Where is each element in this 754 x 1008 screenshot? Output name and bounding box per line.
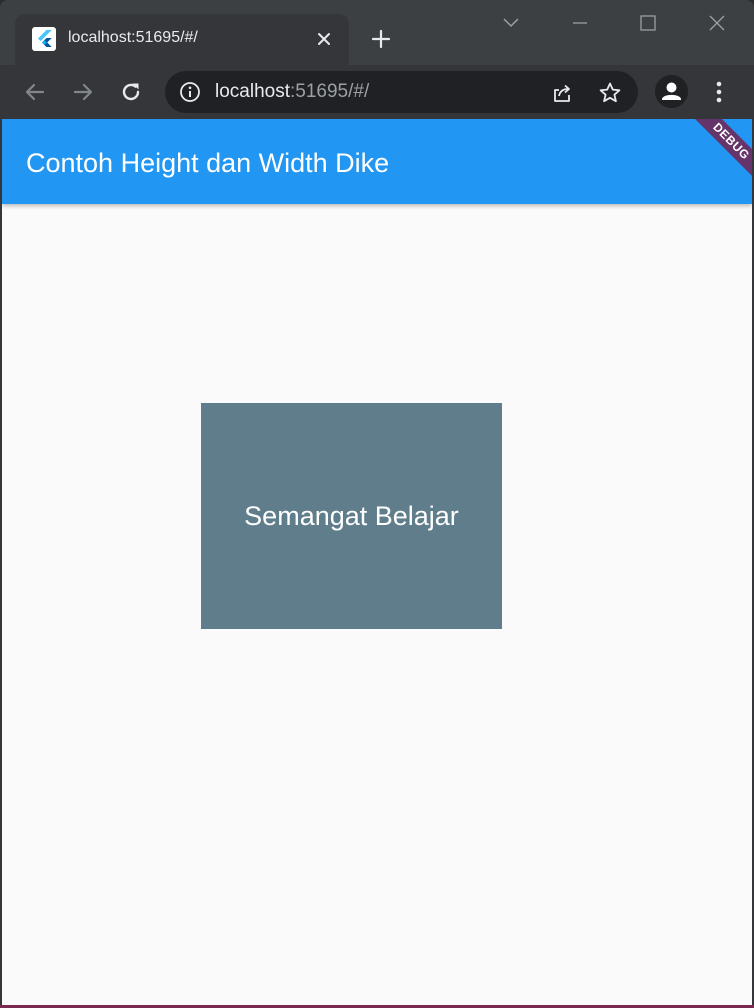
person-icon[interactable] <box>655 75 688 108</box>
info-icon[interactable] <box>179 81 201 103</box>
share-icon[interactable] <box>549 80 575 106</box>
tab-strip: localhost:51695/#/ <box>0 0 754 65</box>
app-bar: Contoh Height dan Width Dike <box>2 119 752 204</box>
close-icon[interactable] <box>312 27 336 51</box>
arrow-right-icon[interactable] <box>68 77 98 107</box>
maximize-icon[interactable] <box>633 8 663 38</box>
center-container: Semangat Belajar <box>201 403 502 629</box>
url-host: localhost <box>215 81 290 102</box>
reload-icon[interactable] <box>116 77 146 107</box>
tab-search-icon[interactable] <box>496 8 526 38</box>
star-icon[interactable] <box>597 80 623 106</box>
url-text[interactable]: localhost:51695/#/ <box>215 81 369 103</box>
plus-icon[interactable] <box>367 25 395 53</box>
minimize-icon[interactable] <box>565 8 595 38</box>
flutter-logo-icon <box>32 27 56 51</box>
browser-tab[interactable]: localhost:51695/#/ <box>15 14 349 65</box>
page-content: Contoh Height dan Width Dike DEBUG Seman… <box>2 119 752 1007</box>
arrow-left-icon[interactable] <box>20 77 50 107</box>
window-close-icon[interactable] <box>702 8 732 38</box>
kebab-menu-icon[interactable] <box>704 77 734 107</box>
page-title: Contoh Height dan Width Dike <box>26 148 390 178</box>
browser-toolbar: localhost:51695/#/ <box>0 65 754 119</box>
container-text: Semangat Belajar <box>244 500 459 531</box>
address-bar[interactable]: localhost:51695/#/ <box>165 71 638 113</box>
url-path: :51695/#/ <box>290 81 370 102</box>
browser-window: localhost:51695/#/ localhost:51695/#/ Co… <box>0 0 754 1008</box>
tab-title: localhost:51695/#/ <box>68 29 198 46</box>
